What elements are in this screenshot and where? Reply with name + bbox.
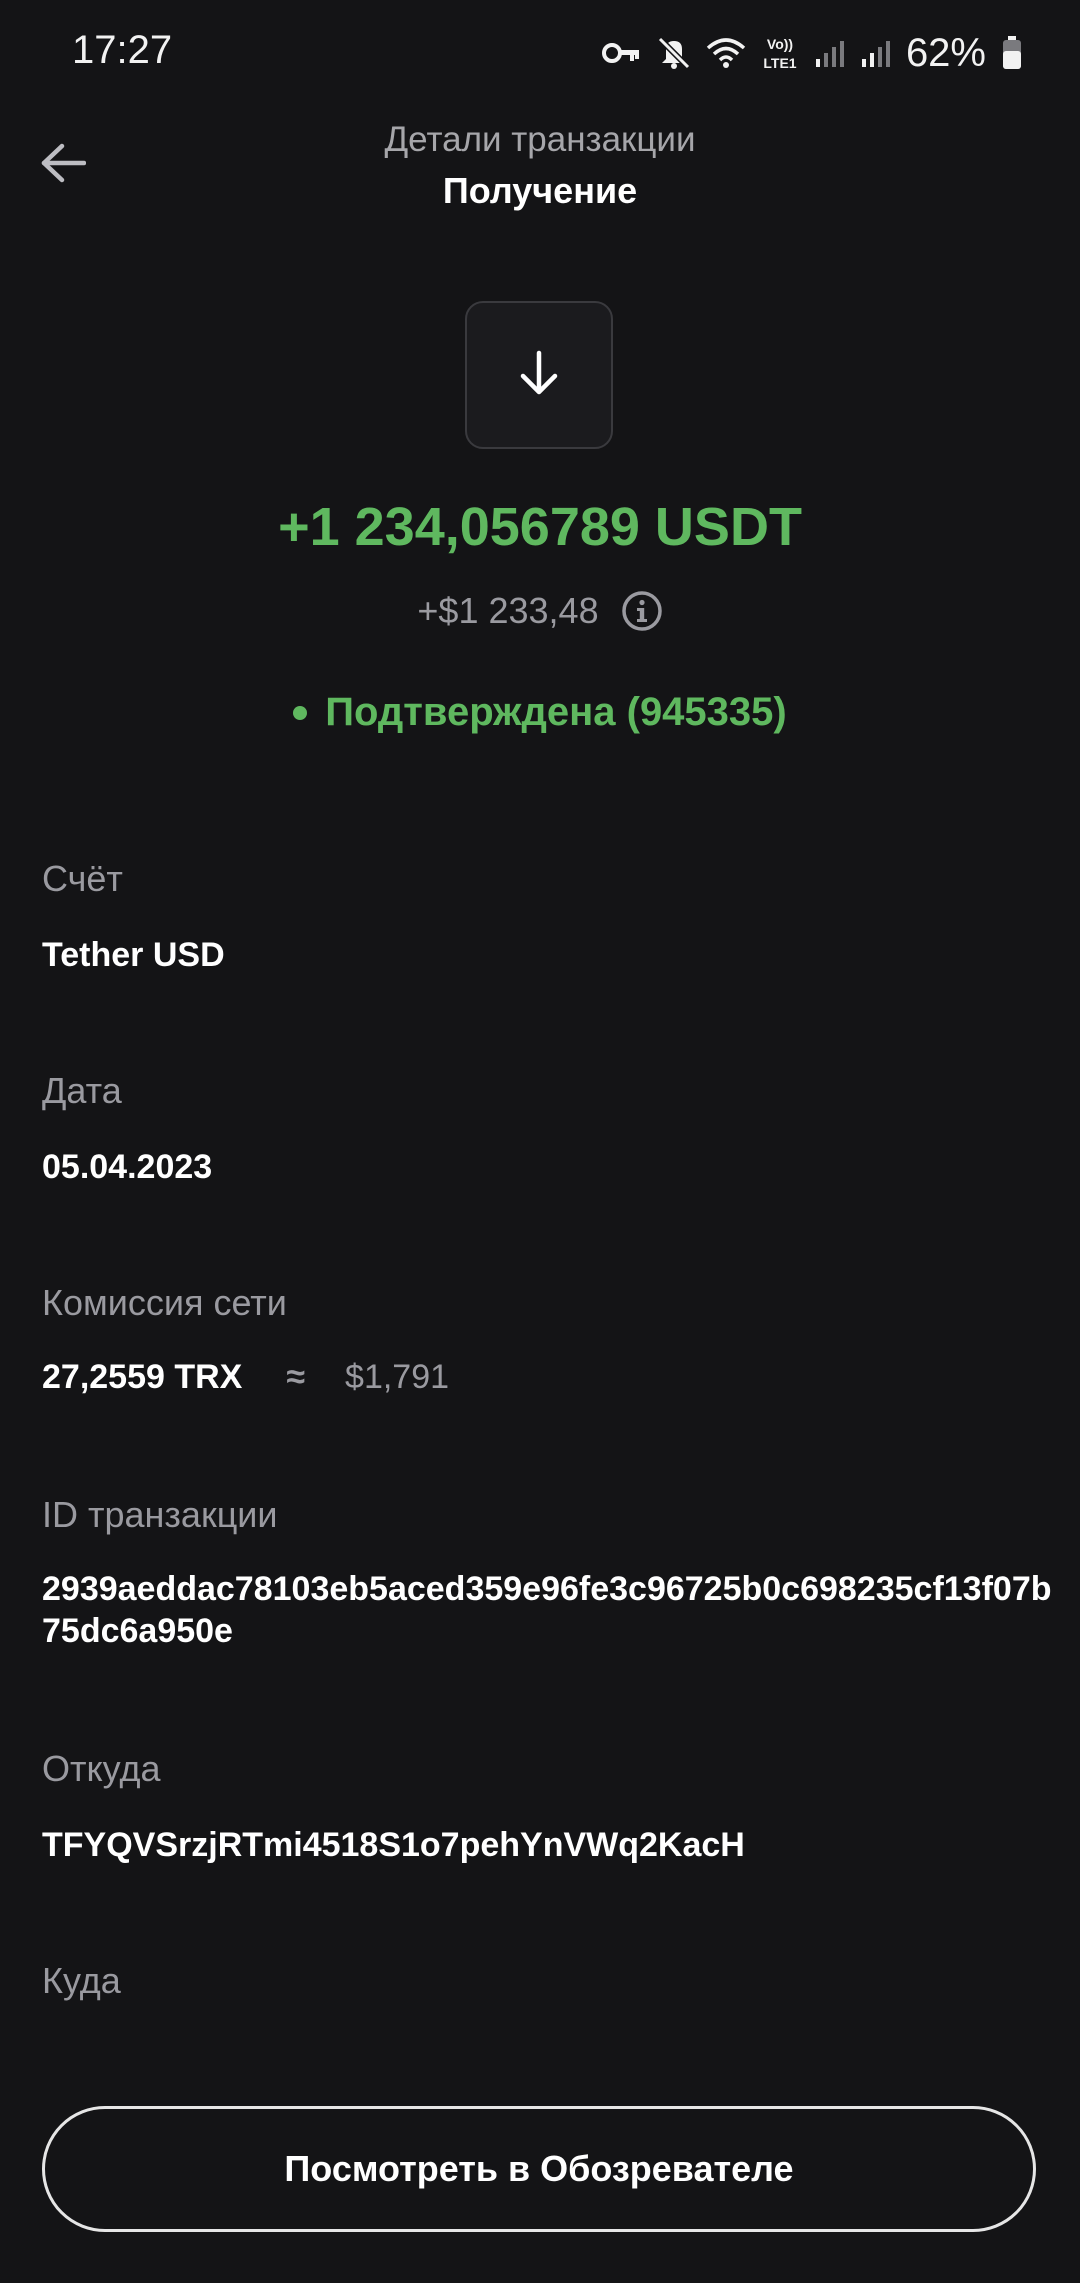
approx-sign: ≈ bbox=[286, 1358, 306, 1396]
page-subtitle: Получение bbox=[442, 170, 638, 211]
transaction-status: Подтверждена (945335) bbox=[0, 690, 1080, 735]
transaction-amount: +1 234,056789 USDT bbox=[278, 497, 802, 557]
arrow-down-icon bbox=[517, 349, 561, 402]
wifi-icon bbox=[706, 36, 746, 70]
header: Детали транзакции Получение bbox=[0, 110, 1080, 230]
network-fee-row: 27,2559 TRX ≈ $1,791 bbox=[42, 1358, 449, 1397]
fiat-amount-row: +$1 233,48 bbox=[0, 590, 1080, 632]
network-fee-label: Комиссия сети bbox=[42, 1282, 287, 1323]
date-label: Дата bbox=[42, 1070, 122, 1111]
status-bar: 17:27 Vo)) LTE1 62% bbox=[0, 0, 1080, 110]
status-time: 17:27 bbox=[72, 28, 173, 72]
mute-icon bbox=[656, 35, 692, 71]
view-in-explorer-button[interactable]: Посмотреть в Обозревателе bbox=[42, 2106, 1036, 2232]
volte-label-top: Vo)) bbox=[767, 36, 793, 52]
info-icon[interactable] bbox=[621, 590, 663, 632]
tx-id-label: ID транзакции bbox=[42, 1494, 278, 1535]
vpn-key-icon bbox=[601, 38, 642, 68]
transaction-type-badge bbox=[465, 301, 613, 449]
account-label: Счёт bbox=[42, 858, 123, 899]
signal-icon bbox=[814, 37, 846, 69]
signal-icon bbox=[860, 37, 892, 69]
network-fee-value: 27,2559 TRX bbox=[42, 1358, 243, 1396]
to-label: Куда bbox=[42, 1960, 121, 2001]
volte-label-bottom: LTE1 bbox=[763, 55, 796, 71]
from-address[interactable]: TFYQVSrzjRTmi4518S1o7pehYnVWq2KacH bbox=[42, 1826, 745, 1865]
battery-percent: 62% bbox=[905, 30, 986, 75]
date-value: 05.04.2023 bbox=[42, 1148, 213, 1186]
status-text: Подтверждена (945335) bbox=[325, 690, 787, 734]
account-value: Tether USD bbox=[42, 936, 225, 974]
fiat-amount: +$1 233,48 bbox=[417, 590, 599, 631]
tx-id-value[interactable]: 2939aeddac78103eb5aced359e96fe3c96725b0c… bbox=[42, 1568, 1052, 1652]
volte-icon: Vo)) LTE1 bbox=[760, 34, 800, 72]
page-title: Детали транзакции bbox=[384, 120, 696, 159]
from-label: Откуда bbox=[42, 1748, 161, 1789]
battery-icon bbox=[1002, 36, 1022, 70]
status-dot bbox=[293, 705, 308, 720]
network-fee-fiat: $1,791 bbox=[345, 1358, 450, 1396]
status-icons: Vo)) LTE1 62% bbox=[601, 28, 1022, 78]
